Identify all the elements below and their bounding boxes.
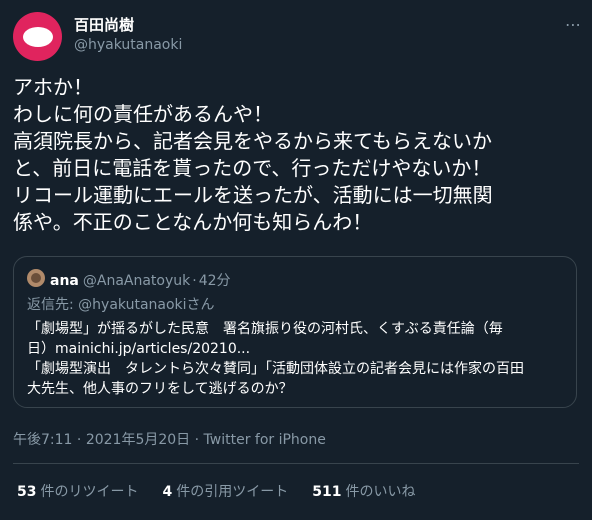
quote-reply-to: 返信先: @hyakutanaokiさん — [27, 297, 215, 313]
quote-separator: · — [192, 273, 197, 289]
tweet-line: 高須院長から、記者会見をやるから来てもらえないか — [13, 129, 492, 153]
tweet-stats: 53 件のリツイート 4 件の引用ツイート 511 件のいいね — [17, 481, 415, 501]
avatar[interactable] — [13, 12, 62, 61]
quotes-count: 4 — [162, 484, 173, 500]
likes-count: 511 — [312, 484, 342, 500]
tweet-meta: 午後7:11 · 2021年5月20日 · Twitter for iPhone — [13, 429, 326, 449]
tweet-line: アホか！ — [13, 75, 93, 99]
likes-label: 件のいいね — [345, 484, 416, 500]
tweet-line: と、前日に電話を貰ったので、行っただけやないか！ — [13, 156, 492, 180]
divider — [13, 463, 579, 464]
quotes-stat[interactable]: 4 件の引用ツイート — [162, 481, 288, 501]
likes-stat[interactable]: 511 件のいいね — [312, 481, 415, 501]
quote-text: 「劇場型」が揺るがした民意 署名旗振り役の河村氏、くすぶる責任論（毎 日）mai… — [27, 319, 567, 399]
quote-time[interactable]: 42分 — [199, 273, 231, 289]
retweets-label: 件のリツイート — [40, 484, 139, 500]
tweet-time[interactable]: 午後7:11 — [13, 432, 72, 448]
retweets-stat[interactable]: 53 件のリツイート — [17, 481, 138, 501]
quote-line: 「劇場型演出 タレントら次々賛同」「活動団体設立の記者会見には作家の百田 — [27, 361, 524, 377]
tweet-line: リコール運動にエールを送ったが、活動には一切無関 — [13, 183, 493, 207]
quotes-label: 件の引用ツイート — [176, 484, 289, 500]
retweets-count: 53 — [17, 484, 37, 500]
quote-header: ana @AnaAnatoyuk · 42分 — [50, 270, 231, 290]
more-icon[interactable]: ⋯ — [562, 14, 584, 36]
tweet-date[interactable]: 2021年5月20日 — [86, 432, 190, 448]
tweet-line: わしに何の責任があるんや！ — [13, 102, 273, 126]
tweet-text: アホか！ わしに何の責任があるんや！ 高須院長から、記者会見をやるから来てもらえ… — [13, 74, 583, 236]
quote-line: 日）mainichi.jp/articles/20210... — [27, 341, 251, 357]
avatar-icon — [22, 26, 53, 47]
quote-avatar[interactable] — [27, 269, 45, 287]
quote-user-name[interactable]: ana — [50, 273, 79, 289]
tweet-source[interactable]: Twitter for iPhone — [204, 432, 326, 448]
quoted-tweet[interactable]: ana @AnaAnatoyuk · 42分 返信先: @hyakutanaokiさん… — [13, 256, 577, 408]
quote-line: 「劇場型」が揺るがした民意 署名旗振り役の河村氏、くすぶる責任論（毎 — [27, 321, 503, 337]
meta-separator: · — [72, 432, 86, 448]
meta-separator: · — [190, 432, 204, 448]
user-name[interactable]: 百田尚樹 — [74, 14, 134, 35]
tweet-line: 係や。不正のことなんか何も知らんわ！ — [13, 210, 373, 234]
quote-line: 大先生、他人事のフリをして逃げるのか？ — [27, 381, 293, 397]
quote-user-handle[interactable]: @AnaAnatoyuk — [83, 273, 190, 289]
user-handle[interactable]: @hyakutanaoki — [74, 37, 182, 53]
